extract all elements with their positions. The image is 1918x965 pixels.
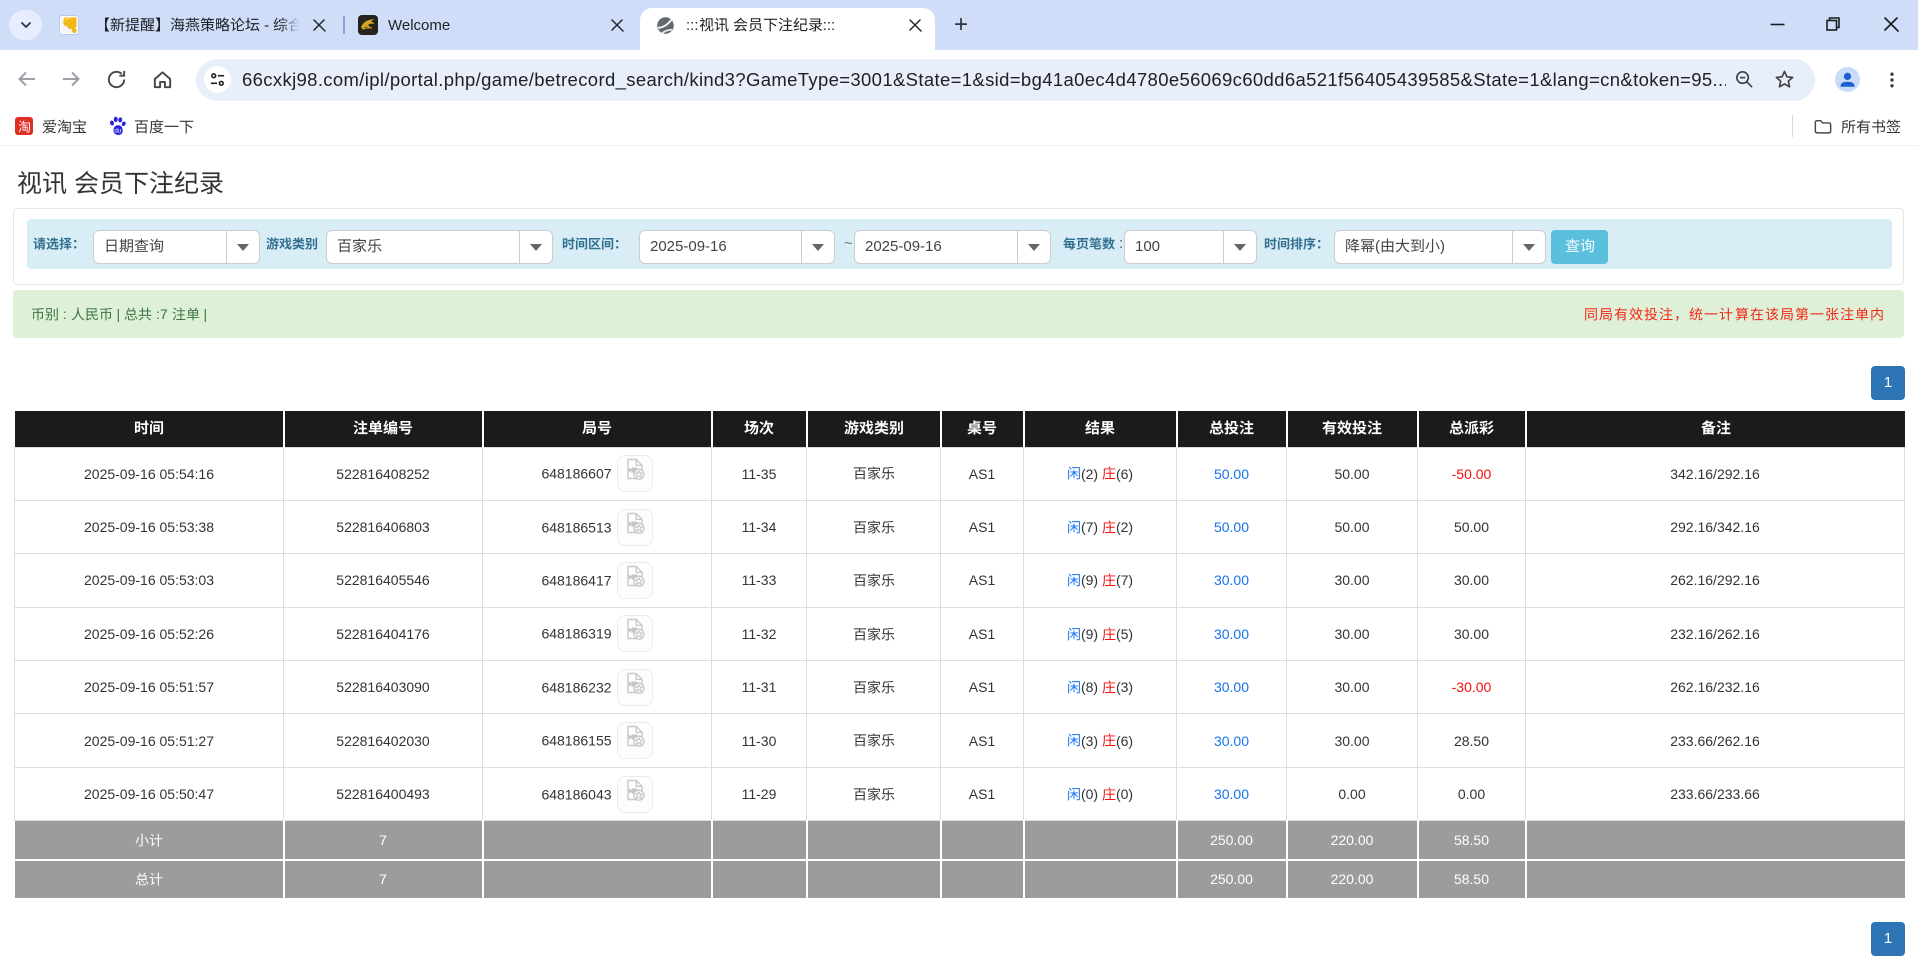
- svg-text:du: du: [114, 128, 121, 135]
